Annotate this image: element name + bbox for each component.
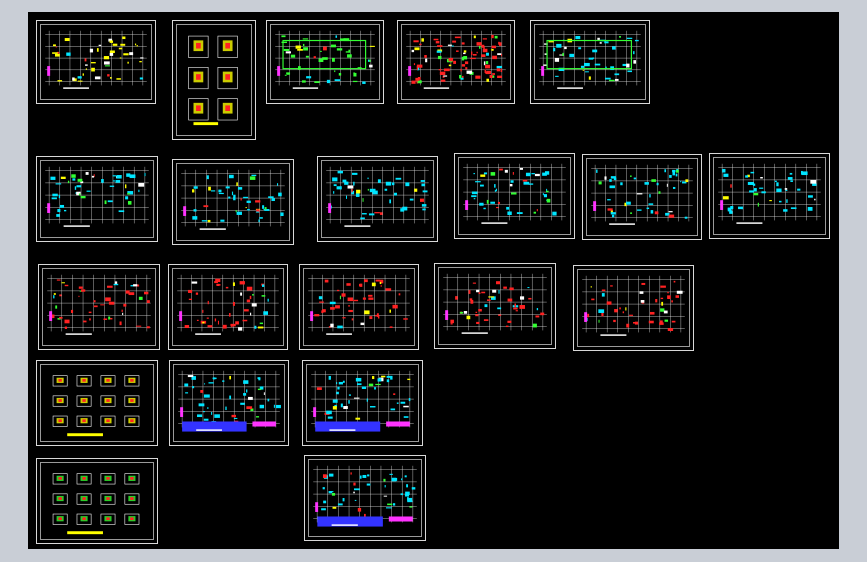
foundation-plan-drawing — [313, 465, 417, 527]
drawing-sheet-18[interactable] — [169, 360, 289, 446]
drawing-sheet-4[interactable] — [397, 20, 515, 104]
column-details-drawing — [188, 35, 238, 126]
drawing-sheet-1[interactable] — [36, 20, 156, 104]
drawing-sheet-5[interactable] — [530, 20, 650, 104]
drawing-sheet-15[interactable] — [434, 263, 556, 349]
drawing-sheet-7[interactable] — [172, 159, 294, 245]
drawing-sheet-8[interactable] — [317, 156, 438, 242]
foundation-plan-drawing — [178, 370, 281, 432]
floor-plan-drawing — [539, 30, 641, 89]
floor-plan-drawing — [177, 274, 279, 335]
drawing-sheet-3[interactable] — [266, 20, 384, 104]
floor-plan-drawing — [591, 164, 693, 225]
floor-plan-drawing — [326, 166, 429, 227]
drawing-sheet-20[interactable] — [36, 458, 158, 544]
floor-plan-drawing — [308, 274, 410, 335]
floor-plan-drawing — [45, 166, 149, 227]
drawing-sheet-6[interactable] — [36, 156, 158, 242]
details-drawing — [52, 375, 140, 437]
floor-plan-drawing — [275, 30, 375, 89]
details-drawing — [52, 473, 140, 535]
floor-plan-drawing — [406, 30, 506, 89]
drawing-sheet-21[interactable] — [304, 455, 426, 541]
foundation-plan-drawing — [311, 370, 414, 432]
drawing-sheet-14[interactable] — [299, 264, 419, 350]
floor-plan-drawing — [582, 275, 685, 336]
drawing-sheet-2[interactable] — [172, 20, 256, 140]
drawing-sheet-10[interactable] — [582, 154, 702, 240]
drawing-sheet-19[interactable] — [302, 360, 423, 446]
floor-plan-drawing — [463, 163, 566, 224]
cad-model-space[interactable] — [28, 12, 839, 549]
floor-plan-drawing — [181, 169, 285, 230]
drawing-sheet-13[interactable] — [168, 264, 288, 350]
drawing-sheet-12[interactable] — [38, 264, 160, 350]
drawing-sheet-17[interactable] — [36, 360, 158, 446]
drawing-sheet-11[interactable] — [709, 153, 830, 239]
floor-plan-drawing — [47, 274, 151, 335]
drawing-sheet-9[interactable] — [454, 153, 575, 239]
floor-plan-drawing — [443, 273, 547, 334]
floor-plan-drawing — [45, 30, 147, 89]
drawing-sheet-16[interactable] — [573, 265, 694, 351]
floor-plan-drawing — [718, 163, 821, 224]
